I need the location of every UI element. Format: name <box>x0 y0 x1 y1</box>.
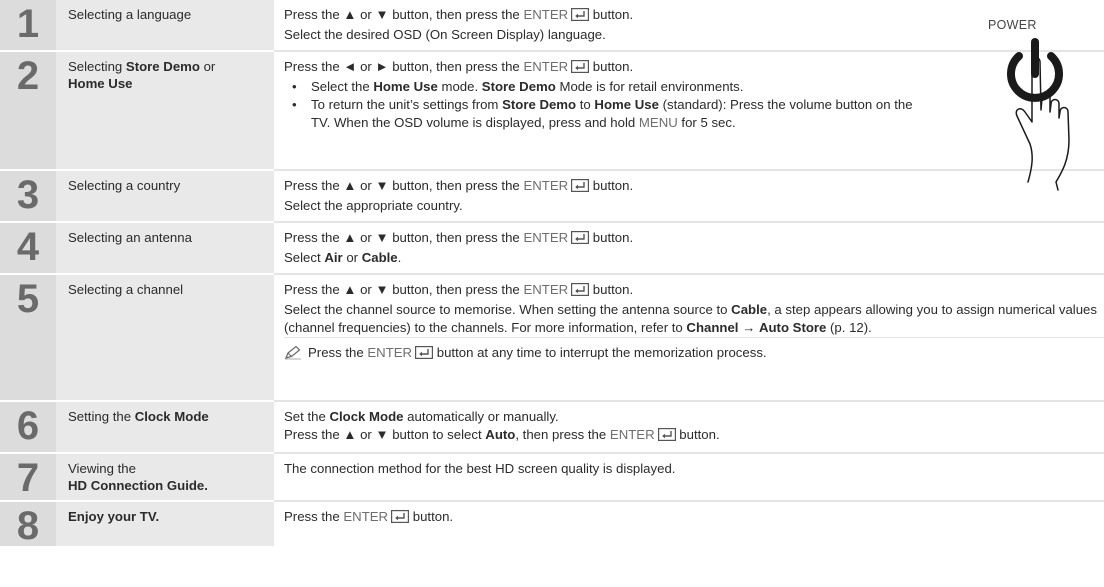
step-description: Press the ▲ or ▼ button, then press the … <box>274 222 1104 275</box>
step-row-5: 5 Selecting a channel Press the ▲ or ▼ b… <box>0 274 1104 402</box>
step-number: 7 <box>0 453 56 502</box>
step-number: 1 <box>0 0 56 52</box>
power-button-illustration: POWER <box>980 18 1090 193</box>
step-title: Selecting a language <box>56 0 274 52</box>
bullet-item: To return the unit’s settings from Store… <box>292 96 934 132</box>
enter-icon <box>657 428 676 446</box>
enter-icon <box>571 179 590 197</box>
step-number: 6 <box>0 401 56 454</box>
step-number: 2 <box>0 51 56 171</box>
step-number: 8 <box>0 501 56 548</box>
enter-icon <box>571 60 590 78</box>
step-row-8: 8 Enjoy your TV. Press the ENTER button. <box>0 501 1104 548</box>
step-title: Enjoy your TV. <box>56 501 274 548</box>
setup-steps-table: 1 Selecting a language Press the ▲ or ▼ … <box>0 0 1104 548</box>
step-description: Set the Clock Mode automatically or manu… <box>274 401 1104 454</box>
step-title: Selecting a channel <box>56 274 274 402</box>
step-title: Selecting Store Demo or Home Use <box>56 51 274 171</box>
step-title: Viewing the HD Connection Guide. <box>56 453 274 502</box>
step-number: 4 <box>0 222 56 275</box>
enter-icon <box>391 510 410 528</box>
step-number: 3 <box>0 170 56 223</box>
bullet-list: Select the Home Use mode. Store Demo Mod… <box>284 78 934 132</box>
step-row-3: 3 Selecting a country Press the ▲ or ▼ b… <box>0 170 1104 223</box>
enter-icon <box>415 346 434 364</box>
enter-icon <box>571 231 590 249</box>
step-description: The connection method for the best HD sc… <box>274 453 1104 502</box>
enter-icon <box>571 283 590 301</box>
step-row-4: 4 Selecting an antenna Press the ▲ or ▼ … <box>0 222 1104 275</box>
bullet-item: Select the Home Use mode. Store Demo Mod… <box>292 78 934 96</box>
step-title: Setting the Clock Mode <box>56 401 274 454</box>
enter-icon <box>571 8 590 26</box>
power-hand-icon <box>1007 38 1070 191</box>
step-title: Selecting a country <box>56 170 274 223</box>
step-description: Press the ▲ or ▼ button, then press the … <box>274 274 1104 402</box>
note: Press the ENTER button at any time to in… <box>284 337 1104 365</box>
step-row-2: 2 Selecting Store Demo or Home Use Press … <box>0 51 1104 171</box>
step-row-7: 7 Viewing the HD Connection Guide. The co… <box>0 453 1104 502</box>
step-title: Selecting an antenna <box>56 222 274 275</box>
step-description: Press the ENTER button. <box>274 501 1104 547</box>
power-label: POWER <box>988 18 1037 32</box>
step-number: 5 <box>0 274 56 402</box>
step-row-1: 1 Selecting a language Press the ▲ or ▼ … <box>0 0 1104 52</box>
note-pencil-icon <box>284 345 302 365</box>
step-row-6: 6 Setting the Clock Mode Set the Clock M… <box>0 401 1104 454</box>
